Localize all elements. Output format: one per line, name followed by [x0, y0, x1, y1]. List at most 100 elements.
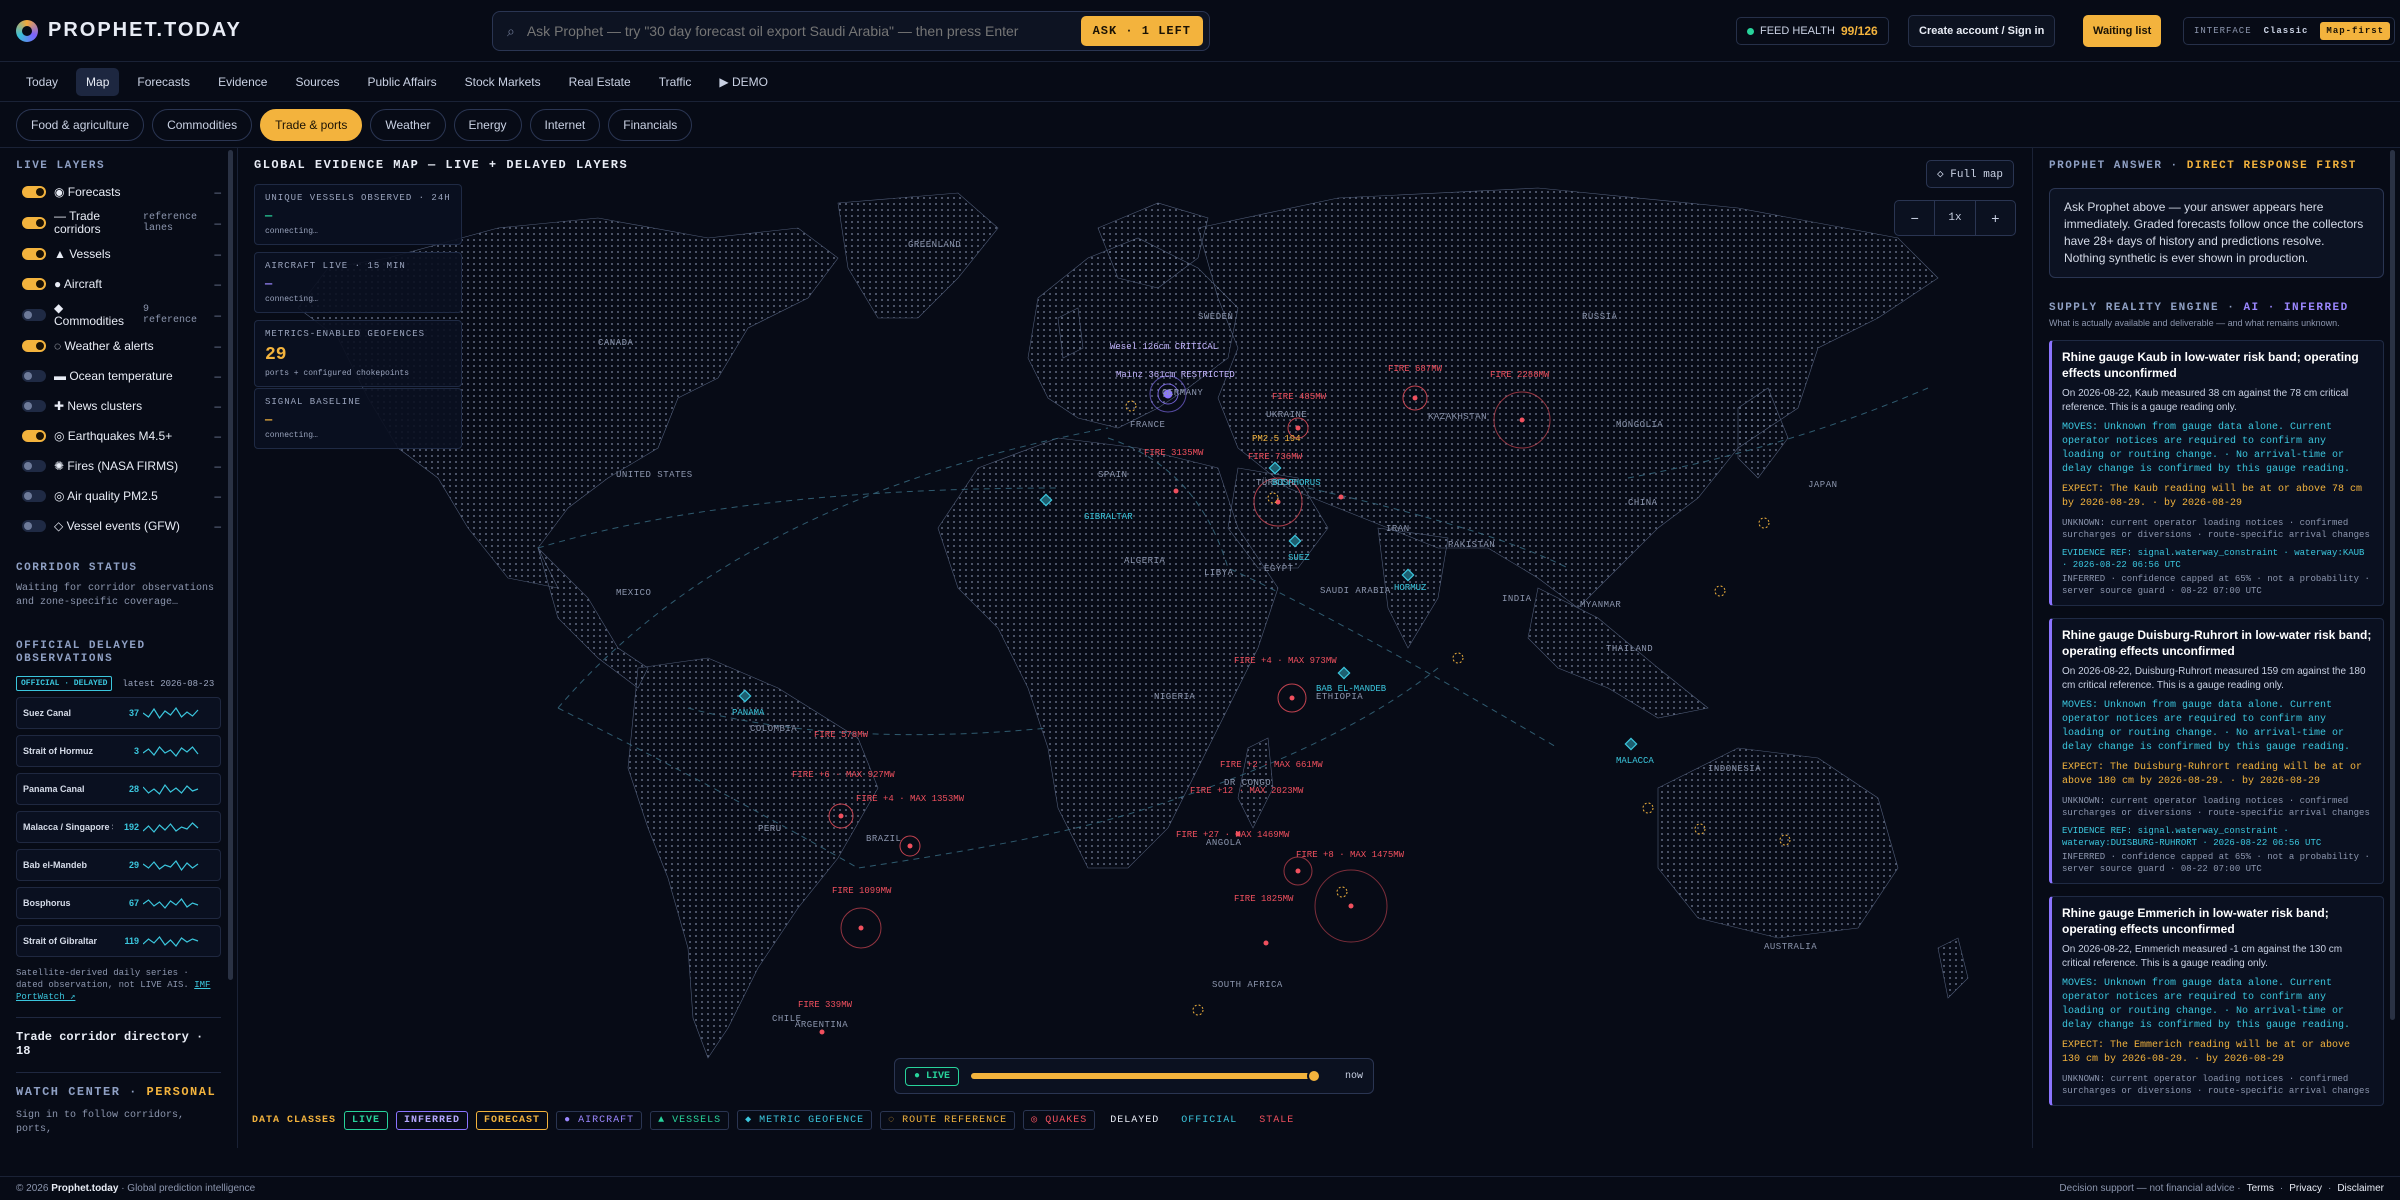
layer-row[interactable]: ▲ Vessels –: [22, 242, 221, 266]
class-metric-geofence[interactable]: ◆ METRIC GEOFENCE: [737, 1110, 873, 1130]
live-chip[interactable]: ● LIVE: [905, 1066, 960, 1086]
fire-label[interactable]: FIRE +8 · MAX 1475MW: [1296, 850, 1404, 860]
chokepoint-label[interactable]: PANAMA: [732, 708, 764, 718]
world-map[interactable]: GLOBAL EVIDENCE MAP — LIVE + DELAYED LAY…: [238, 148, 2032, 1130]
class-quakes[interactable]: ◎ QUAKES: [1023, 1110, 1096, 1130]
class-official[interactable]: OFFICIAL: [1174, 1112, 1244, 1129]
chokepoint-label[interactable]: BAB EL-MANDEB: [1316, 684, 1386, 694]
category-internet[interactable]: Internet: [529, 108, 601, 141]
observation-row[interactable]: Strait of Hormuz 3: [16, 735, 221, 767]
waiting-list-button[interactable]: Waiting list: [2083, 15, 2162, 47]
layer-toggle[interactable]: [22, 490, 46, 502]
footer-link-disclaimer[interactable]: Disclaimer: [2337, 1183, 2384, 1194]
class-aircraft[interactable]: ● AIRCRAFT: [556, 1110, 643, 1130]
trade-corridor-directory[interactable]: Trade corridor directory · 18: [16, 1030, 221, 1058]
layer-row[interactable]: ● Aircraft –: [22, 272, 221, 296]
layer-toggle[interactable]: [22, 248, 46, 260]
fire-label[interactable]: FIRE +12 · MAX 2023MW: [1190, 786, 1303, 796]
chokepoint-label[interactable]: MALACCA: [1616, 756, 1654, 766]
zoom-out-button[interactable]: −: [1895, 210, 1934, 226]
nav-demo[interactable]: ▶ DEMO: [709, 68, 778, 96]
fire-label[interactable]: FIRE +6 · MAX 927MW: [792, 770, 895, 780]
nav-real-estate[interactable]: Real Estate: [559, 68, 641, 96]
nav-traffic[interactable]: Traffic: [649, 68, 702, 96]
fire-label[interactable]: FIRE 1099MW: [832, 886, 891, 896]
evidence-card[interactable]: Rhine gauge Duisburg-Ruhrort in low-wate…: [2049, 618, 2384, 884]
right-scrollbar[interactable]: [2390, 150, 2395, 1020]
category-trade-ports[interactable]: Trade & ports: [260, 108, 363, 141]
evidence-card[interactable]: Rhine gauge Emmerich in low-water risk b…: [2049, 896, 2384, 1106]
class-live[interactable]: LIVE: [344, 1110, 389, 1130]
zoom-in-button[interactable]: +: [1976, 210, 2015, 226]
chokepoint-label[interactable]: SUEZ: [1288, 553, 1310, 563]
observation-row[interactable]: Panama Canal 28: [16, 773, 221, 805]
nav-public-affairs[interactable]: Public Affairs: [357, 68, 446, 96]
observation-row[interactable]: Suez Canal 37: [16, 697, 221, 729]
fire-label[interactable]: FIRE +4 · MAX 1353MW: [856, 794, 964, 804]
observation-row[interactable]: Strait of Gibraltar 119: [16, 925, 221, 957]
fire-label[interactable]: FIRE 3135MW: [1144, 448, 1203, 458]
ask-button[interactable]: ASK · 1 LEFT: [1080, 16, 1203, 46]
interface-option-classic[interactable]: Classic: [2258, 22, 2315, 40]
chokepoint-label[interactable]: HORMUZ: [1394, 583, 1426, 593]
feed-health-badge[interactable]: FEED HEALTH 99/126: [1736, 17, 1889, 45]
layer-row[interactable]: ◉ Forecasts –: [22, 180, 221, 204]
vessel-label[interactable]: Wesel 126cm CRITICAL: [1110, 342, 1218, 352]
category-weather[interactable]: Weather: [370, 108, 446, 141]
class-route-reference[interactable]: ◌ ROUTE REFERENCE: [880, 1110, 1016, 1130]
layer-toggle[interactable]: [22, 217, 46, 229]
vessel-label[interactable]: Mainz 361cm RESTRICTED: [1116, 370, 1235, 380]
pm25-label[interactable]: PM2.5 194: [1252, 434, 1301, 444]
chokepoint-label[interactable]: GIBRALTAR: [1084, 512, 1133, 522]
layer-row[interactable]: — Trade corridors reference lanes –: [22, 210, 221, 236]
fire-label[interactable]: FIRE 736MW: [1248, 452, 1302, 462]
world-map-canvas[interactable]: [238, 148, 2032, 1130]
class-delayed[interactable]: DELAYED: [1103, 1112, 1166, 1129]
logo[interactable]: PROPHET.TODAY: [16, 19, 496, 42]
observation-row[interactable]: Malacca / Singapore S… 192: [16, 811, 221, 843]
fire-label[interactable]: FIRE 2288MW: [1490, 370, 1549, 380]
fire-label[interactable]: FIRE 578MW: [814, 730, 868, 740]
layer-row[interactable]: ◎ Air quality PM2.5 –: [22, 484, 221, 508]
layer-toggle[interactable]: [22, 460, 46, 472]
nav-forecasts[interactable]: Forecasts: [127, 68, 200, 96]
fire-label[interactable]: FIRE 339MW: [798, 1000, 852, 1010]
layer-row[interactable]: ◎ Earthquakes M4.5+ –: [22, 424, 221, 448]
card-evidence-ref[interactable]: EVIDENCE REF: signal.waterway_constraint…: [2062, 825, 2373, 849]
timeline-handle[interactable]: [1307, 1069, 1321, 1083]
fire-label[interactable]: FIRE +2 · MAX 661MW: [1220, 760, 1323, 770]
nav-evidence[interactable]: Evidence: [208, 68, 277, 96]
footer-link-terms[interactable]: Terms: [2247, 1183, 2274, 1194]
layer-row[interactable]: ✺ Fires (NASA FIRMS) –: [22, 454, 221, 478]
interface-option-map-first[interactable]: Map-first: [2320, 22, 2391, 40]
layer-toggle[interactable]: [22, 340, 46, 352]
fire-label[interactable]: FIRE +27 · MAX 1469MW: [1176, 830, 1289, 840]
fire-label[interactable]: FIRE 485MW: [1272, 392, 1326, 402]
class-stale[interactable]: STALE: [1252, 1112, 1301, 1129]
evidence-card[interactable]: Rhine gauge Kaub in low-water risk band;…: [2049, 340, 2384, 606]
search-input[interactable]: [526, 23, 1081, 39]
layer-toggle[interactable]: [22, 520, 46, 532]
fire-label[interactable]: FIRE 1825MW: [1234, 894, 1293, 904]
sign-in-button[interactable]: Create account / Sign in: [1908, 15, 2056, 47]
fire-label[interactable]: FIRE +4 · MAX 973MW: [1234, 656, 1337, 666]
layer-toggle[interactable]: [22, 400, 46, 412]
layer-row[interactable]: ◆ Commodities 9 reference –: [22, 302, 221, 328]
left-scrollbar[interactable]: [228, 150, 233, 980]
class-forecast[interactable]: FORECAST: [476, 1110, 549, 1130]
full-map-button[interactable]: ◇ Full map: [1926, 160, 2015, 188]
nav-today[interactable]: Today: [16, 68, 68, 96]
footer-link-privacy[interactable]: Privacy: [2289, 1183, 2322, 1194]
layer-row[interactable]: ▬ Ocean temperature –: [22, 364, 221, 388]
class-vessels[interactable]: ▲ VESSELS: [650, 1110, 730, 1130]
layer-toggle[interactable]: [22, 309, 46, 321]
nav-sources[interactable]: Sources: [285, 68, 349, 96]
layer-row[interactable]: ◇ Vessel events (GFW) –: [22, 514, 221, 538]
timeline-track[interactable]: [971, 1069, 1321, 1083]
class-inferred[interactable]: INFERRED: [396, 1110, 469, 1130]
category-energy[interactable]: Energy: [453, 108, 522, 141]
layer-row[interactable]: ◌ Weather & alerts –: [22, 334, 221, 358]
layer-row[interactable]: ✚ News clusters –: [22, 394, 221, 418]
layer-toggle[interactable]: [22, 430, 46, 442]
nav-map[interactable]: Map: [76, 67, 120, 96]
